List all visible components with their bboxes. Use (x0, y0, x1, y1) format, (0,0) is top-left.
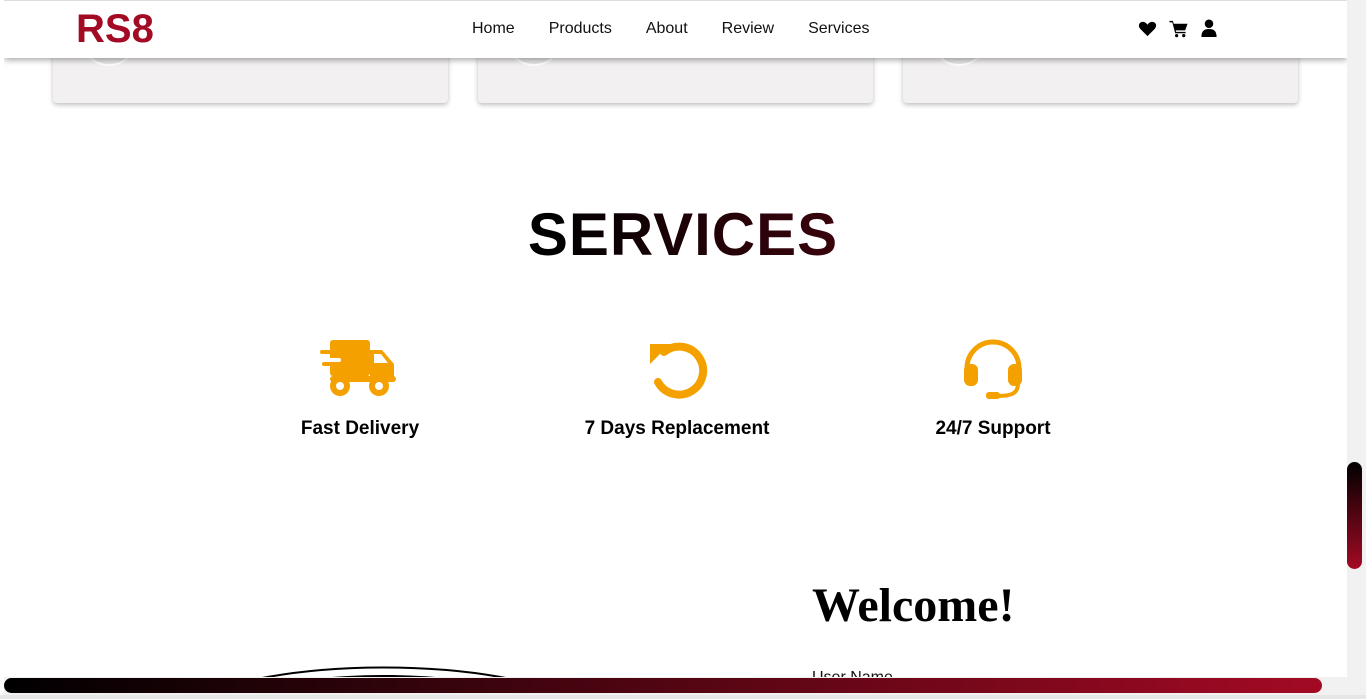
site-header: RS8 Home Products About Review Services (4, 0, 1347, 58)
cart-icon[interactable] (1169, 19, 1188, 38)
service-label: 7 Days Replacement (584, 418, 770, 439)
heart-icon[interactable] (1138, 19, 1157, 38)
header-icons (1138, 19, 1219, 38)
vertical-scrollbar-track[interactable] (1347, 0, 1366, 699)
headset-icon (964, 339, 1022, 399)
nav-home[interactable]: Home (472, 20, 515, 38)
service-support: 24/7 Support (893, 338, 1093, 440)
main-nav: Home Products About Review Services (472, 20, 903, 38)
logo[interactable]: RS8 (76, 7, 154, 52)
service-label: 24/7 Support (935, 418, 1051, 439)
welcome-heading: Welcome! (812, 579, 1015, 632)
service-label: Fast Delivery (300, 418, 420, 439)
nav-products[interactable]: Products (549, 20, 612, 38)
user-icon[interactable] (1200, 19, 1219, 38)
window-bottom-edge (0, 695, 1366, 699)
undo-icon (650, 342, 708, 399)
truck-icon (320, 340, 396, 396)
service-replacement: 7 Days Replacement (577, 338, 777, 440)
horizontal-scrollbar-thumb[interactable] (4, 678, 1322, 693)
page: RS8 Home Products About Review Services … (4, 0, 1347, 699)
vertical-scrollbar-thumb[interactable] (1347, 462, 1362, 569)
service-fast-delivery: Fast Delivery (260, 338, 460, 440)
nav-services[interactable]: Services (808, 20, 869, 38)
services-title: SERVICES (4, 200, 1347, 269)
nav-about[interactable]: About (646, 20, 688, 38)
nav-review[interactable]: Review (722, 20, 774, 38)
